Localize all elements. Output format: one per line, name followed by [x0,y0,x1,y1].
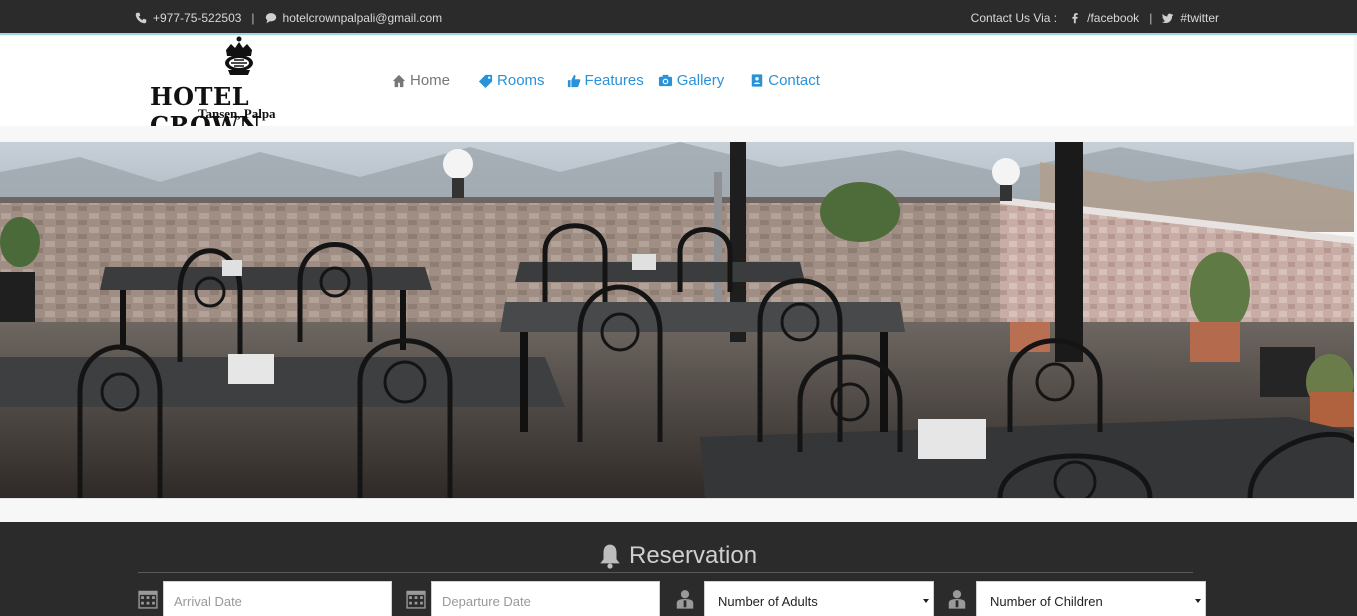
nav-gallery-label: Gallery [676,72,725,89]
crown-icon [225,36,253,75]
thumbs-up-icon [567,74,580,87]
top-bar: +977-75-522503 | hotelcrownpalpali@gmail… [0,0,1357,35]
nav-home-label: Home [410,72,451,89]
hotel-location: Tansen, Palpa [198,106,276,121]
hero-bottom-gap [0,498,1354,522]
reservation-heading: Reservation [597,542,757,570]
camera-icon [658,74,672,87]
calendar-icon [406,590,426,609]
adults-select-value: Number of Adults [718,594,818,609]
adults-select[interactable]: Number of Adults [704,581,934,616]
chat-icon [265,13,276,24]
twitter-link[interactable]: #twitter [1180,11,1219,25]
contact-via-label: Contact Us Via : [970,11,1058,25]
contact-info: +977-75-522503 | hotelcrownpalpali@gmail… [135,11,442,25]
reservation-section: Reservation Arrival Date Departure Date … [0,522,1357,616]
bell-icon [600,544,620,569]
rooftop-restaurant-image [0,142,1354,498]
children-select[interactable]: Number of Children [976,581,1206,616]
nav-rooms-label: Rooms [497,72,545,89]
person-icon [676,590,694,609]
reservation-title: Reservation [629,542,758,569]
calendar-icon [138,590,158,609]
separator: | [1149,11,1153,25]
email-address[interactable]: hotelcrownpalpali@gmail.com [283,11,443,25]
hero-image [0,142,1354,498]
person-icon [948,590,966,609]
facebook-link[interactable]: /facebook [1087,11,1139,25]
social-links: Contact Us Via : /facebook | #twitter [971,11,1219,25]
departure-date-input[interactable]: Departure Date [431,581,660,616]
site-header: HOTEL CROWN Tansen, Palpa Home Rooms Fea… [0,36,1354,140]
separator: | [251,11,255,25]
main-nav: Home Rooms Features Gallery Contact [392,72,820,89]
nav-features-label: Features [584,72,644,89]
header-divider [0,126,1354,142]
facebook-icon [1072,13,1078,24]
phone-number: +977-75-522503 [153,11,242,25]
nav-home[interactable]: Home [392,72,450,89]
nav-contact[interactable]: Contact [750,72,820,89]
nav-gallery[interactable]: Gallery [658,72,725,89]
children-select-value: Number of Children [990,594,1103,609]
nav-contact-label: Contact [768,72,820,89]
reservation-divider [138,572,1193,573]
contact-book-icon [752,74,763,87]
phone-icon [135,12,147,24]
tag-icon [478,74,493,88]
hotel-logo[interactable]: HOTEL CROWN Tansen, Palpa [150,36,345,140]
chevron-down-icon [923,599,929,603]
nav-features[interactable]: Features [567,72,644,89]
chevron-down-icon [1195,599,1201,603]
nav-rooms[interactable]: Rooms [478,72,545,89]
arrival-date-input[interactable]: Arrival Date [163,581,392,616]
twitter-icon [1162,13,1174,24]
home-icon [392,74,406,87]
